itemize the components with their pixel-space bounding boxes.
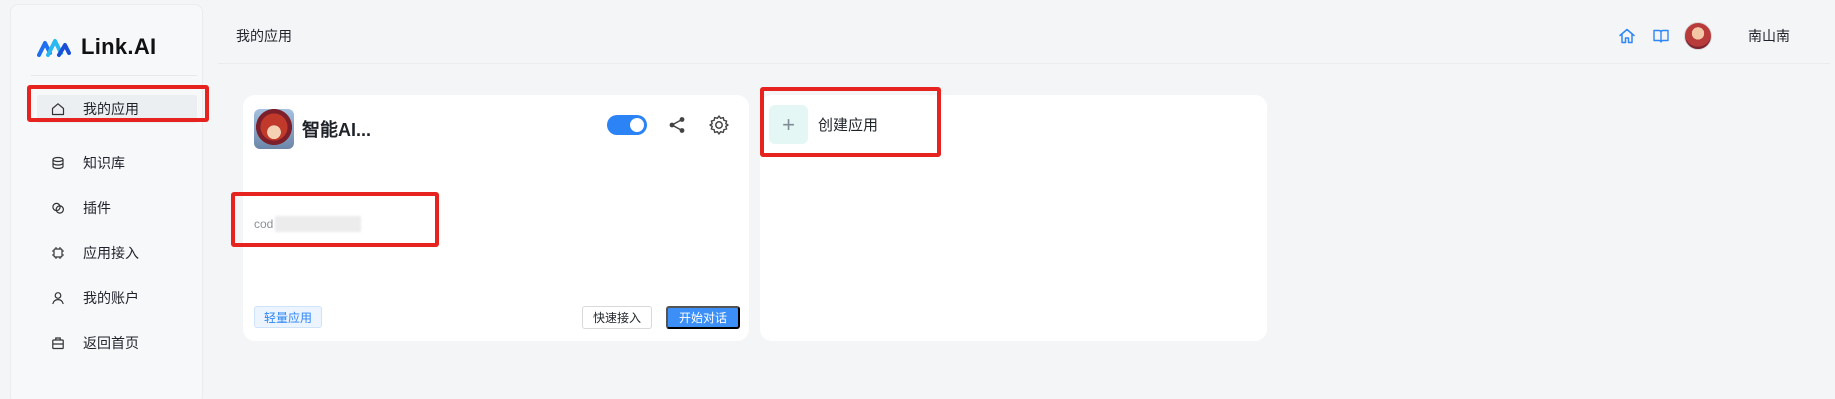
chip-icon xyxy=(51,246,65,260)
database-icon xyxy=(51,156,65,170)
sidebar-item-plugins[interactable]: 插件 xyxy=(37,185,201,230)
app-name: 智能AI... xyxy=(302,120,372,140)
plugin-icon xyxy=(51,201,65,215)
app-card-header: 智能AI... xyxy=(254,109,371,149)
annotation-box xyxy=(231,192,439,247)
app-avatar xyxy=(254,109,294,149)
app-card-actions xyxy=(607,113,731,137)
sidebar-item-label: 应用接入 xyxy=(83,244,139,261)
annotation-box xyxy=(27,85,209,122)
user-name[interactable]: 南山南 xyxy=(1748,26,1790,46)
home-icon[interactable] xyxy=(1616,25,1638,47)
top-right-actions: 南山南 xyxy=(1616,22,1790,50)
user-icon xyxy=(51,291,65,305)
sidebar-item-app-integration[interactable]: 应用接入 xyxy=(37,230,201,275)
brand-logo[interactable]: Link.AI xyxy=(37,27,156,67)
share-icon[interactable] xyxy=(665,113,689,137)
book-icon[interactable] xyxy=(1650,25,1672,47)
brand-mark-icon xyxy=(37,35,71,59)
sidebar-item-back-home[interactable]: 返回首页 xyxy=(37,320,201,365)
bag-icon xyxy=(51,336,65,350)
app-root: Link.AI 我的应用 知识库 插件 应用接入 我的账户 返回首页 我的应用 … xyxy=(0,0,1835,399)
sidebar: Link.AI 我的应用 知识库 插件 应用接入 我的账户 返回首页 xyxy=(10,4,203,399)
sidebar-item-knowledge-base[interactable]: 知识库 xyxy=(37,140,201,185)
app-enabled-toggle[interactable] xyxy=(607,115,647,135)
annotation-box xyxy=(760,87,941,157)
divider xyxy=(31,75,197,76)
sidebar-item-label: 插件 xyxy=(83,199,111,216)
brand-name: Link.AI xyxy=(81,34,157,59)
sidebar-item-label: 知识库 xyxy=(83,154,125,171)
sidebar-item-my-account[interactable]: 我的账户 xyxy=(37,275,201,320)
top-bar: 我的应用 南山南 xyxy=(218,4,1830,64)
gear-icon[interactable] xyxy=(707,113,731,137)
app-type-badge: 轻量应用 xyxy=(254,306,323,328)
quick-access-button[interactable]: 快速接入 xyxy=(582,306,653,329)
avatar[interactable] xyxy=(1684,22,1712,50)
start-chat-button[interactable]: 开始对话 xyxy=(666,306,741,329)
sidebar-item-label: 返回首页 xyxy=(83,334,139,351)
page-title: 我的应用 xyxy=(236,28,292,44)
sidebar-item-label: 我的账户 xyxy=(83,289,139,306)
sidebar-nav: 我的应用 知识库 插件 应用接入 我的账户 返回首页 xyxy=(37,95,201,365)
